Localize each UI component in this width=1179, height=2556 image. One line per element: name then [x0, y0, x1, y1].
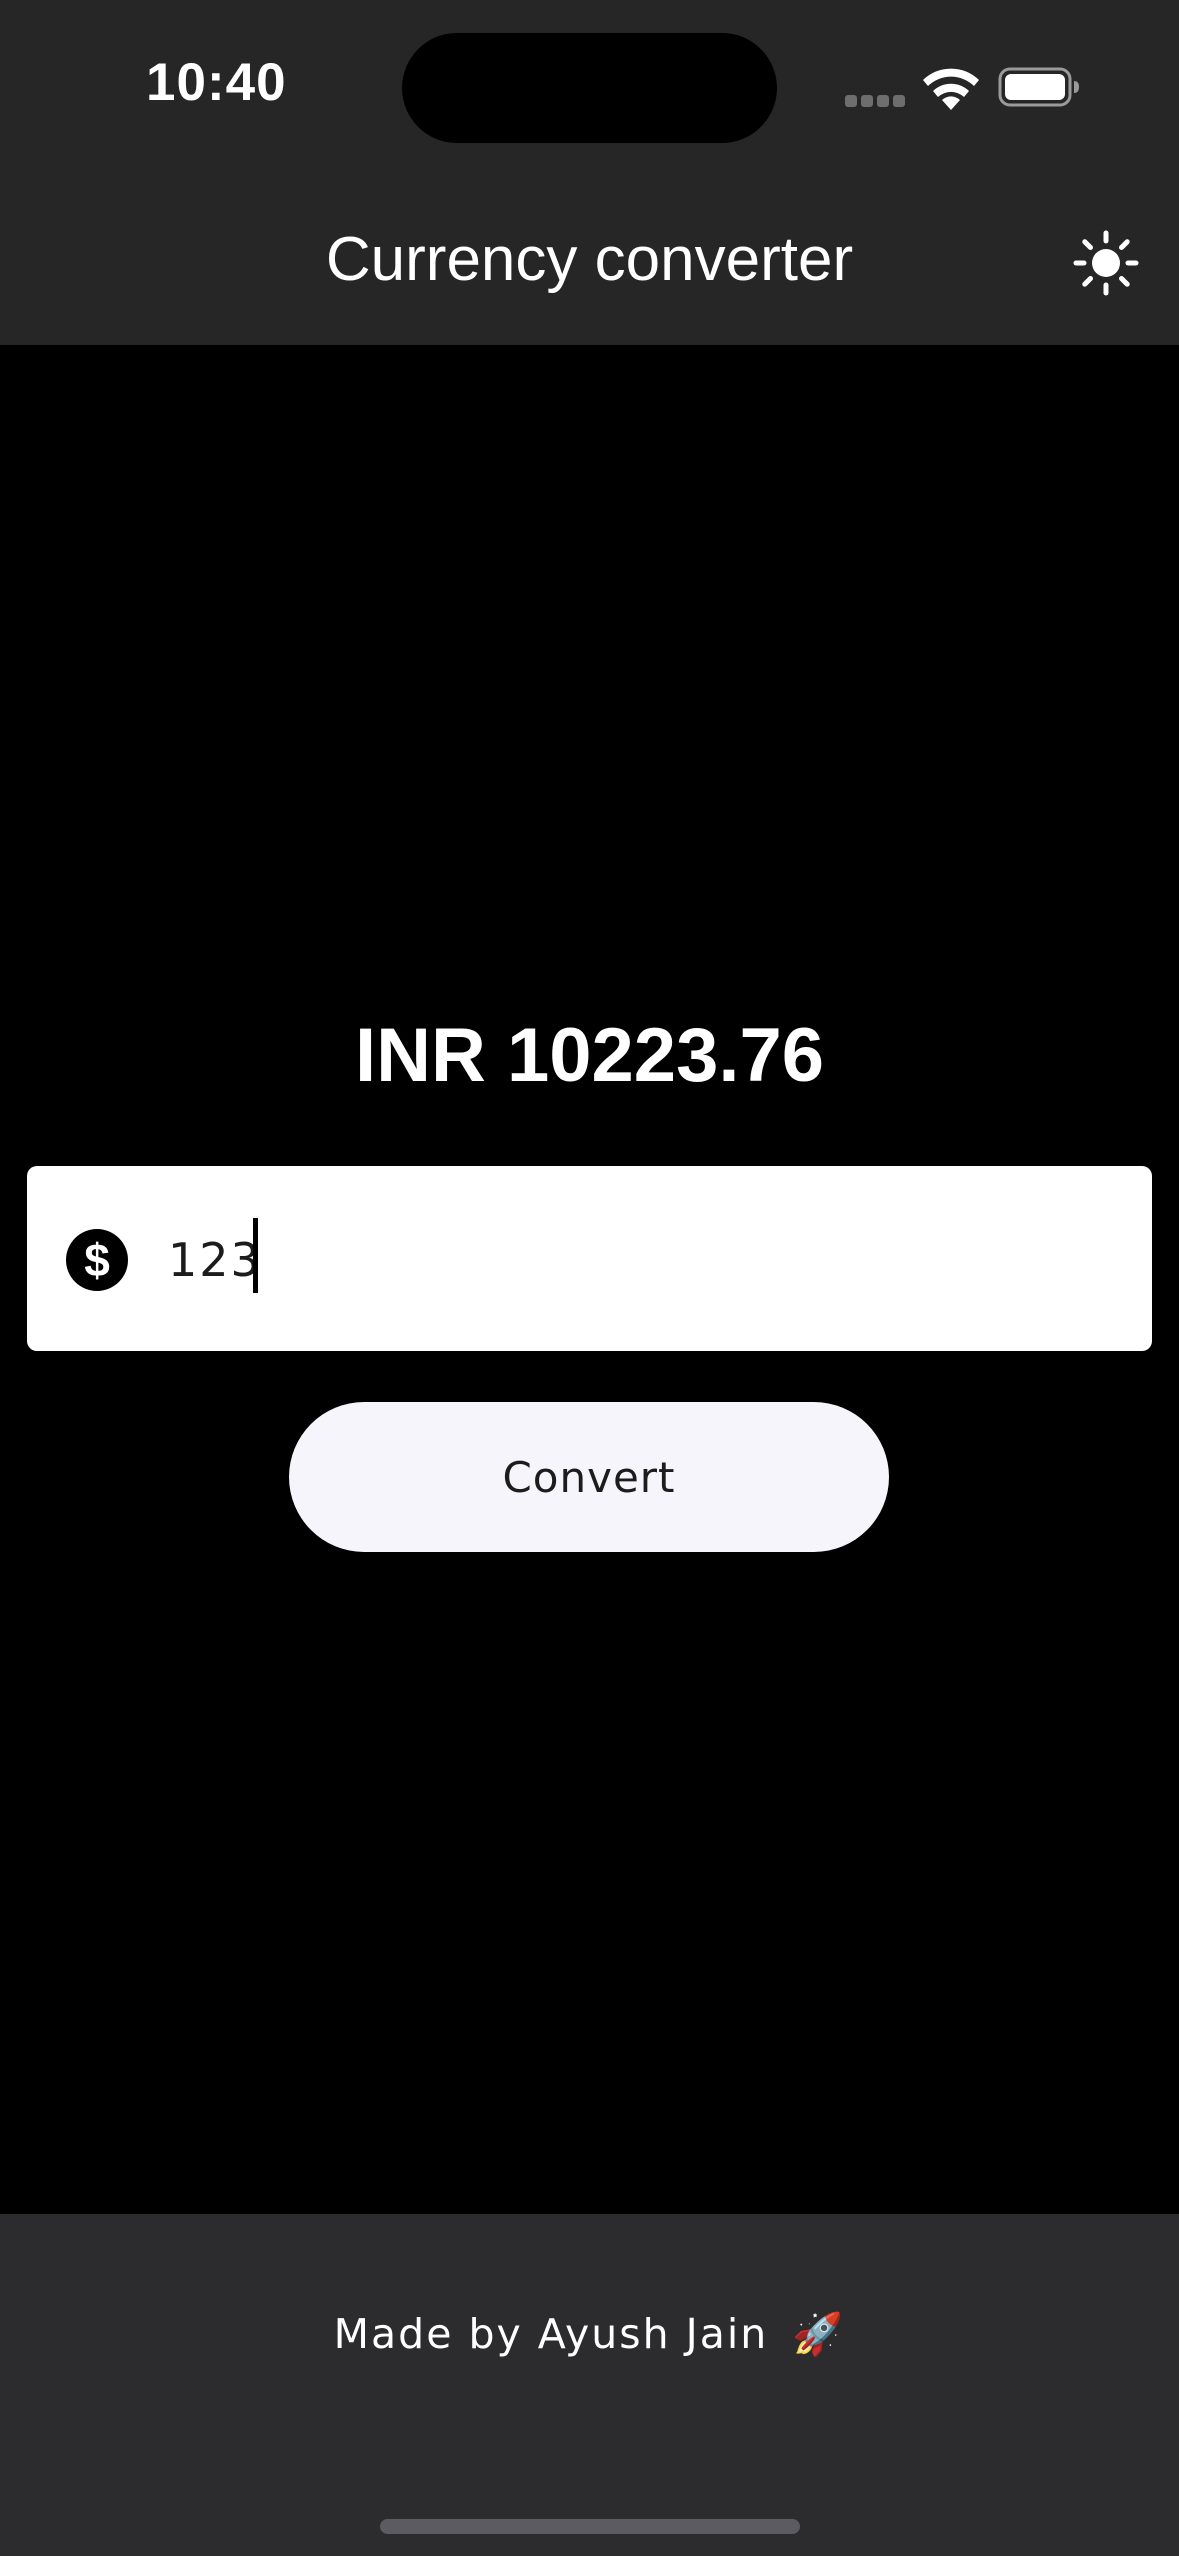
dollar-circle-icon: $ — [66, 1229, 128, 1291]
theme-toggle-button[interactable] — [1070, 227, 1142, 299]
app-screen: 10:40 Currency converter INR 10223.76 $ … — [0, 0, 1179, 2556]
wifi-icon — [923, 68, 979, 110]
dynamic-island — [402, 33, 777, 143]
home-indicator[interactable] — [380, 2519, 800, 2534]
footer — [0, 2214, 1179, 2556]
footer-credit: Made by Ayush Jain 🚀 — [0, 2310, 1179, 2359]
battery-icon — [998, 67, 1079, 107]
text-cursor — [253, 1218, 258, 1293]
cellular-signal-icon — [845, 95, 905, 107]
rocket-icon: 🚀 — [792, 2310, 846, 2358]
app-title: Currency converter — [325, 225, 854, 294]
conversion-result: INR 10223.76 — [355, 1013, 824, 1098]
amount-input[interactable] — [168, 1215, 1108, 1305]
status-time: 10:40 — [146, 53, 287, 112]
sun-icon — [1073, 230, 1139, 296]
convert-button[interactable]: Convert — [289, 1402, 889, 1552]
footer-credit-text: Made by Ayush Jain — [333, 2310, 769, 2358]
